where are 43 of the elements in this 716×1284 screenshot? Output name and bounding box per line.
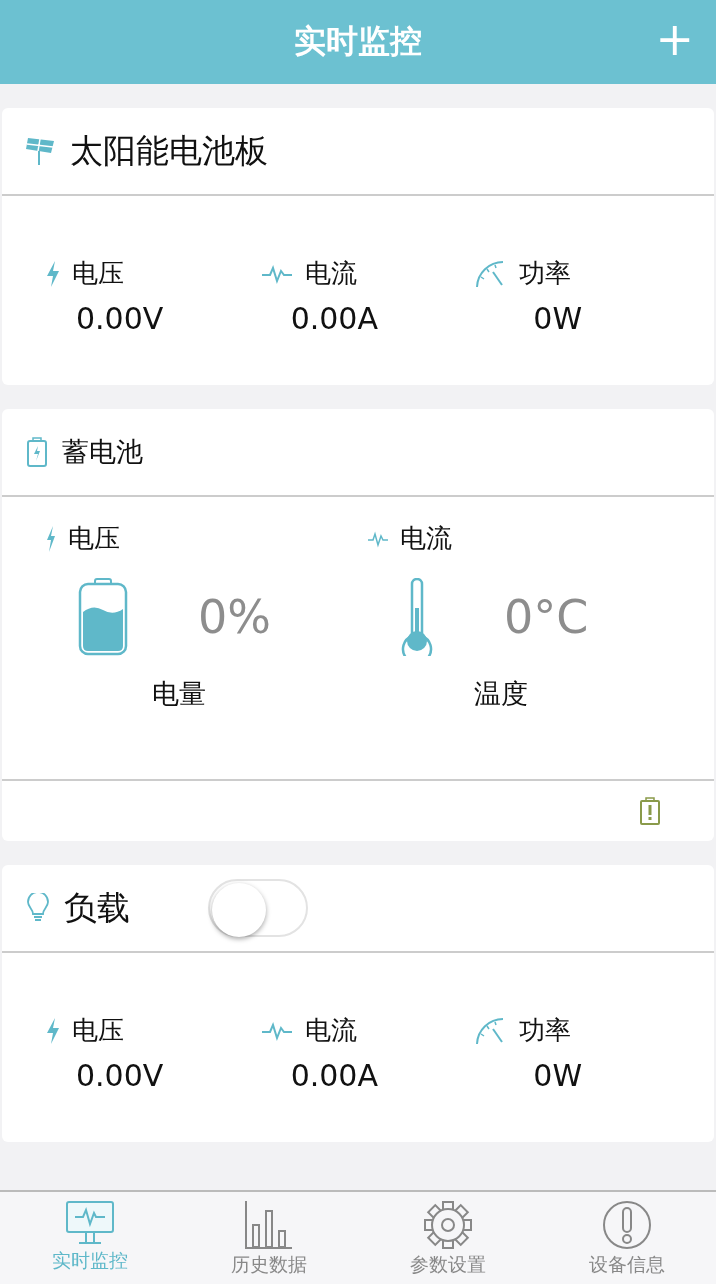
tab[interactable]: 历史数据 bbox=[179, 1192, 358, 1284]
pulse-icon bbox=[260, 263, 293, 284]
battery-icon bbox=[78, 578, 128, 656]
lightning-icon bbox=[46, 1017, 60, 1044]
metric-label: 电流 bbox=[304, 257, 357, 290]
tab[interactable]: 参数设置 bbox=[358, 1192, 537, 1284]
battery-icon bbox=[26, 437, 48, 467]
battery-warning-icon bbox=[640, 797, 660, 825]
settings-icon bbox=[422, 1200, 473, 1250]
metric-value: 0.00V bbox=[75, 301, 165, 336]
lightning-icon bbox=[46, 260, 60, 287]
solar-panel-icon bbox=[26, 136, 56, 166]
thermometer-icon bbox=[400, 578, 434, 656]
metric-value: 0.00A bbox=[289, 301, 379, 336]
reading-value: 0°C bbox=[504, 590, 589, 644]
card-title: 负载 bbox=[64, 886, 130, 929]
metric-label: 电压 bbox=[72, 257, 124, 290]
monitor-icon bbox=[64, 1200, 115, 1246]
reading-caption: 温度 bbox=[473, 677, 529, 711]
bar-chart-icon bbox=[243, 1200, 294, 1250]
metric-label: 电流 bbox=[400, 522, 452, 555]
metric-value: 0W bbox=[532, 301, 584, 336]
reading-caption: 电量 bbox=[151, 677, 207, 711]
reading-value: 0% bbox=[198, 590, 271, 644]
metric-label: 电流 bbox=[304, 1014, 357, 1047]
light-bulb-icon bbox=[26, 893, 50, 923]
metric-value: 0.00A bbox=[289, 1058, 379, 1093]
screen-title: 实时监控 bbox=[294, 21, 422, 62]
load-toggle[interactable] bbox=[208, 879, 308, 937]
exclamation-icon bbox=[601, 1200, 652, 1250]
lightning-icon bbox=[46, 525, 56, 552]
tab[interactable]: 设备信息 bbox=[537, 1192, 716, 1284]
card-title: 太阳能电池板 bbox=[70, 129, 268, 172]
add-button[interactable]: + bbox=[651, 14, 698, 64]
metric-label: 功率 bbox=[519, 1014, 572, 1047]
metric-value: 0W bbox=[532, 1058, 584, 1093]
metric-label: 功率 bbox=[519, 257, 572, 290]
tab[interactable]: 实时监控 bbox=[0, 1192, 179, 1284]
metric-label: 电压 bbox=[68, 522, 120, 555]
card-title: 蓄电池 bbox=[62, 435, 143, 469]
metric-label: 电压 bbox=[72, 1014, 124, 1047]
metric-value: 0.00V bbox=[75, 1058, 165, 1093]
pulse-icon bbox=[260, 1020, 293, 1041]
